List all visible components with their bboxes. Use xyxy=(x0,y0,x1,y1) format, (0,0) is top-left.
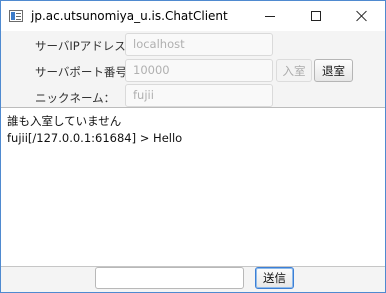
log-line: fujii[/127.0.0.1:61684] > Hello xyxy=(7,131,183,145)
chat-log[interactable]: 誰も入室していません fujii[/127.0.0.1:61684] > Hel… xyxy=(1,107,385,267)
maximize-button[interactable] xyxy=(293,1,339,31)
exit-room-button[interactable]: 退室 xyxy=(314,59,353,82)
maximize-icon xyxy=(311,11,321,21)
server-port-label: サーバポート番号： xyxy=(35,65,139,79)
connection-form: サーバIPアドレス： localhost サーバポート番号： 10000 入室 … xyxy=(1,31,385,107)
message-input[interactable] xyxy=(95,267,244,289)
minimize-button[interactable] xyxy=(247,1,293,31)
app-window-icon xyxy=(9,10,23,22)
message-bar: 送信 xyxy=(1,267,385,292)
server-ip-field[interactable]: localhost xyxy=(125,33,273,56)
window-title: jp.ac.utsunomiya_u.is.ChatClient xyxy=(31,9,228,23)
log-line: 誰も入室していません xyxy=(7,114,122,128)
minimize-icon xyxy=(265,15,275,17)
chat-client-window: jp.ac.utsunomiya_u.is.ChatClient サーバIPアド… xyxy=(0,0,386,293)
send-button[interactable]: 送信 xyxy=(255,267,294,289)
server-port-field[interactable]: 10000 xyxy=(125,59,273,82)
nickname-label: ニックネーム： xyxy=(35,91,116,105)
server-ip-label: サーバIPアドレス： xyxy=(35,39,138,53)
enter-room-button[interactable]: 入室 xyxy=(276,59,312,82)
close-button[interactable] xyxy=(339,1,385,31)
close-icon xyxy=(356,10,368,22)
title-bar: jp.ac.utsunomiya_u.is.ChatClient xyxy=(1,1,385,31)
nickname-field[interactable]: fujii xyxy=(125,84,273,107)
